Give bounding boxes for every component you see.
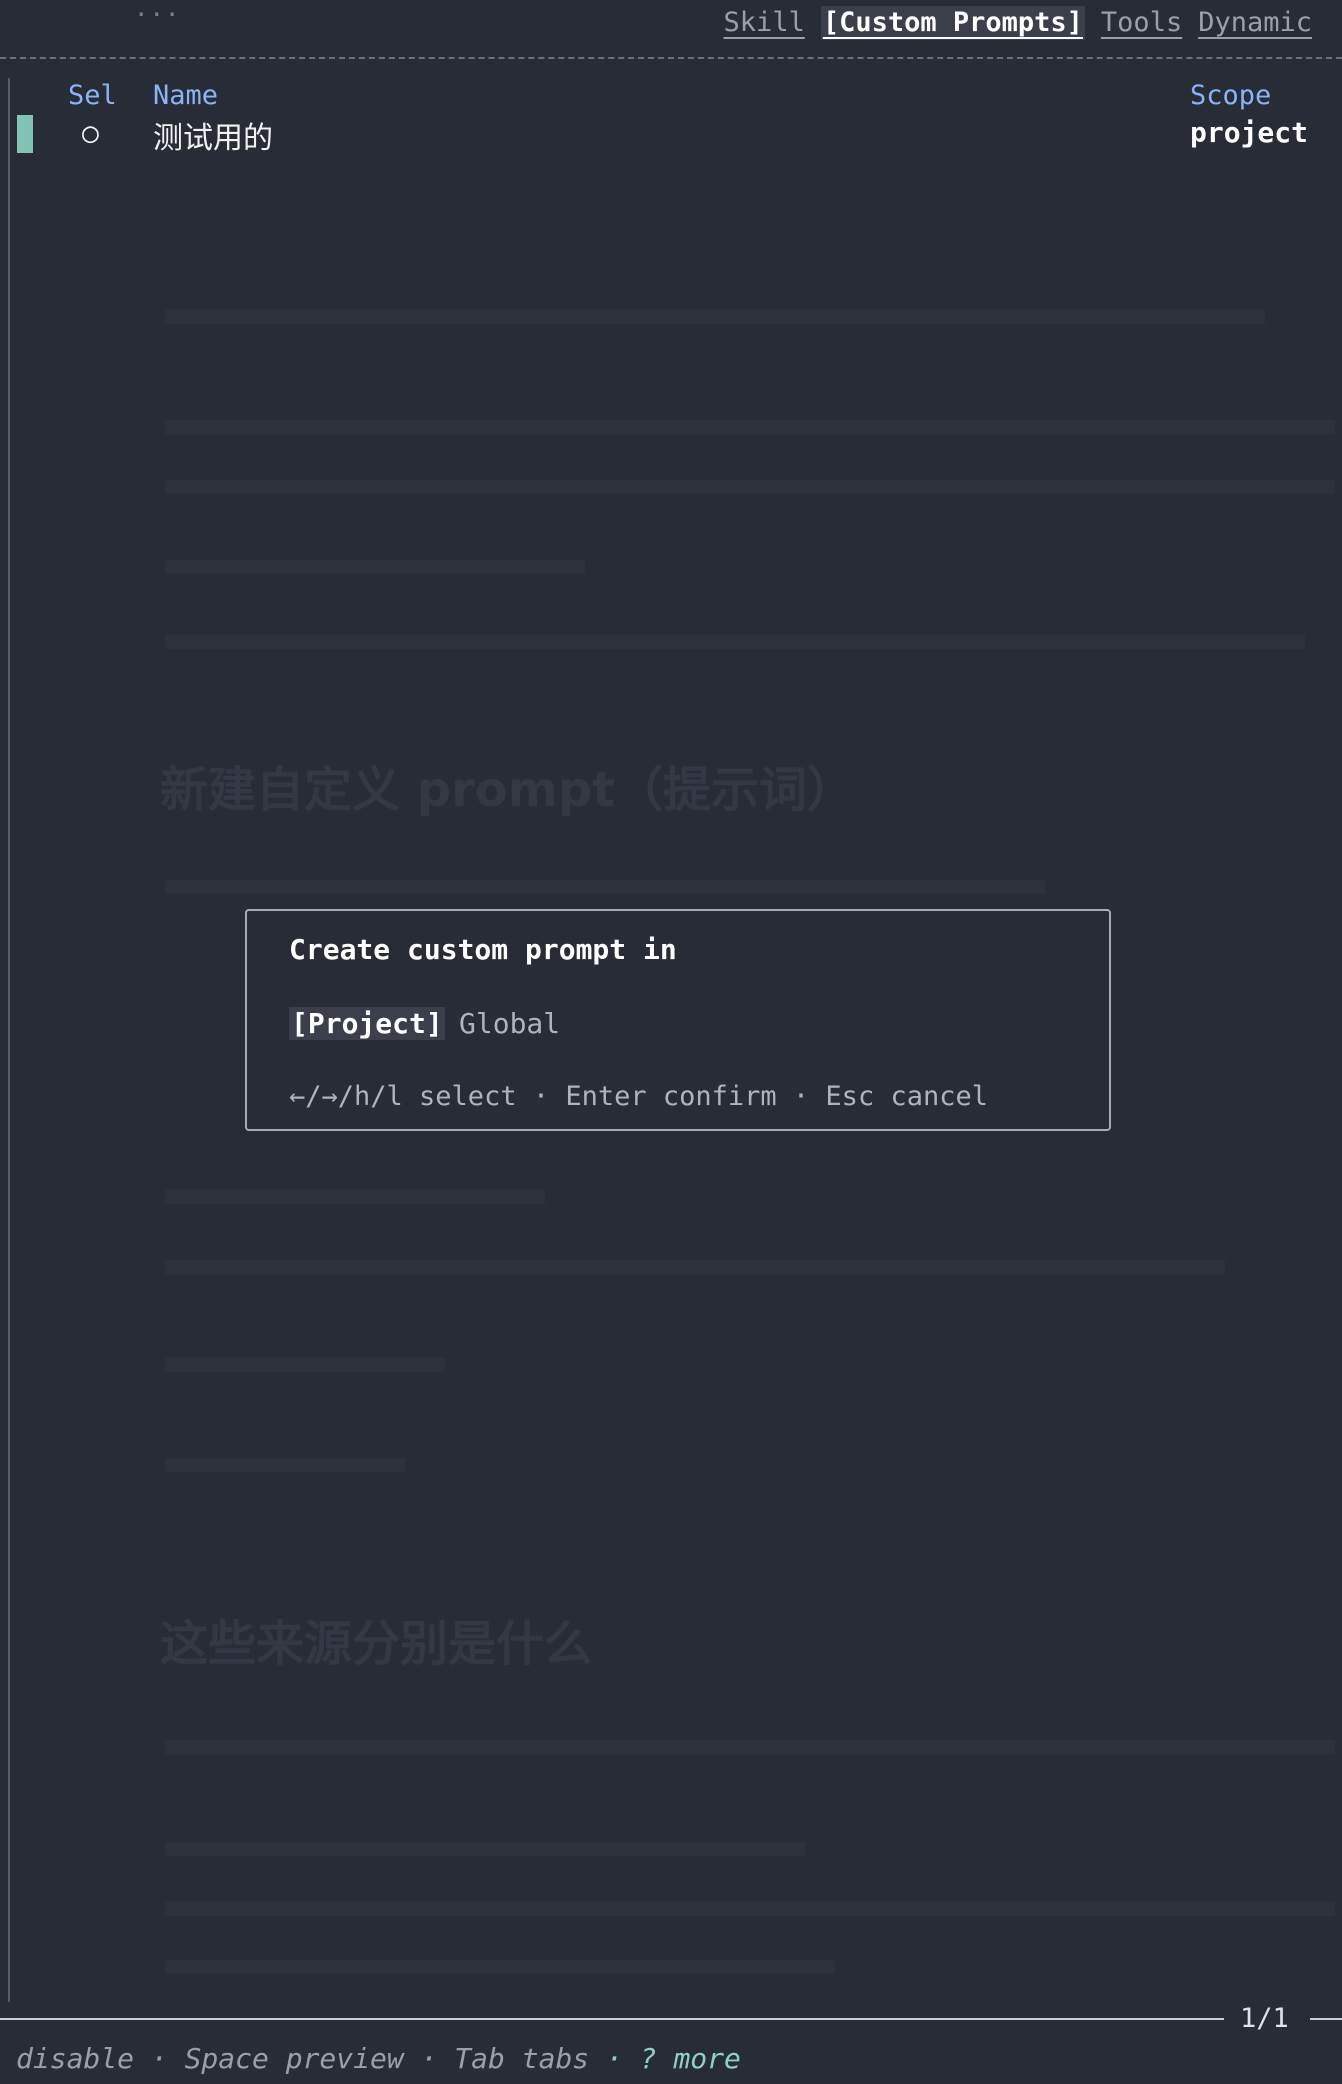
footer-keyboard-hints: disable · Space preview · Tab tabs · ? m… [16,2042,741,2075]
background-heading: 新建自定义 prompt（提示词） [160,762,856,818]
ellipsis-indicator: ... [134,0,181,22]
tab-custom-prompts[interactable]: [Custom Prompts] [820,6,1085,40]
background-text-line [165,310,1265,324]
footer-divider [0,2018,1224,2020]
background-text-line [165,880,1045,894]
background-text-line [165,1260,1225,1274]
background-text-line [165,560,585,574]
column-header-sel: Sel [68,80,117,111]
selection-radio[interactable]: ○ [82,116,99,149]
tab-skill[interactable]: Skill [724,6,805,40]
background-text-line [165,1740,1335,1754]
hint-more: · ? more [606,2042,741,2075]
background-text-line [165,420,1335,434]
dialog-title: Create custom prompt in [289,933,677,966]
prompt-name: 测试用的 [153,121,273,156]
dialog-keyboard-hint: ←/→/h/l select · Enter confirm · Esc can… [289,1081,988,1112]
background-text-line [165,1960,835,1974]
prompt-scope: project [1190,116,1309,149]
list-border [8,78,10,2002]
scope-option-global[interactable]: Global [459,1007,560,1040]
column-header-name: Name [153,80,219,111]
background-text-line [165,1902,1335,1916]
row-cursor-indicator [17,115,33,153]
page-indicator: 1/1 [1240,2003,1289,2034]
tab-bar: Skill [Custom Prompts] Tools Dynamic [724,6,1312,40]
background-text-line [165,480,1335,494]
column-header-scope: Scope [1190,80,1272,111]
hint-text: disable · Space preview · Tab tabs [16,2042,607,2075]
create-prompt-dialog: Create custom prompt in [Project] Global… [245,909,1111,1131]
background-text-line [165,1842,805,1856]
footer-divider-right [1310,2018,1342,2020]
tab-dynamic[interactable]: Dynamic [1198,6,1312,40]
background-text-line [165,1190,545,1204]
scope-option-project[interactable]: [Project] [289,1007,445,1040]
tab-tools[interactable]: Tools [1101,6,1182,40]
header-divider [0,57,1342,59]
background-heading: 这些来源分别是什么 [160,1616,593,1672]
background-text-line [165,1458,405,1472]
background-text-line [165,1358,445,1372]
background-text-line [165,635,1305,649]
